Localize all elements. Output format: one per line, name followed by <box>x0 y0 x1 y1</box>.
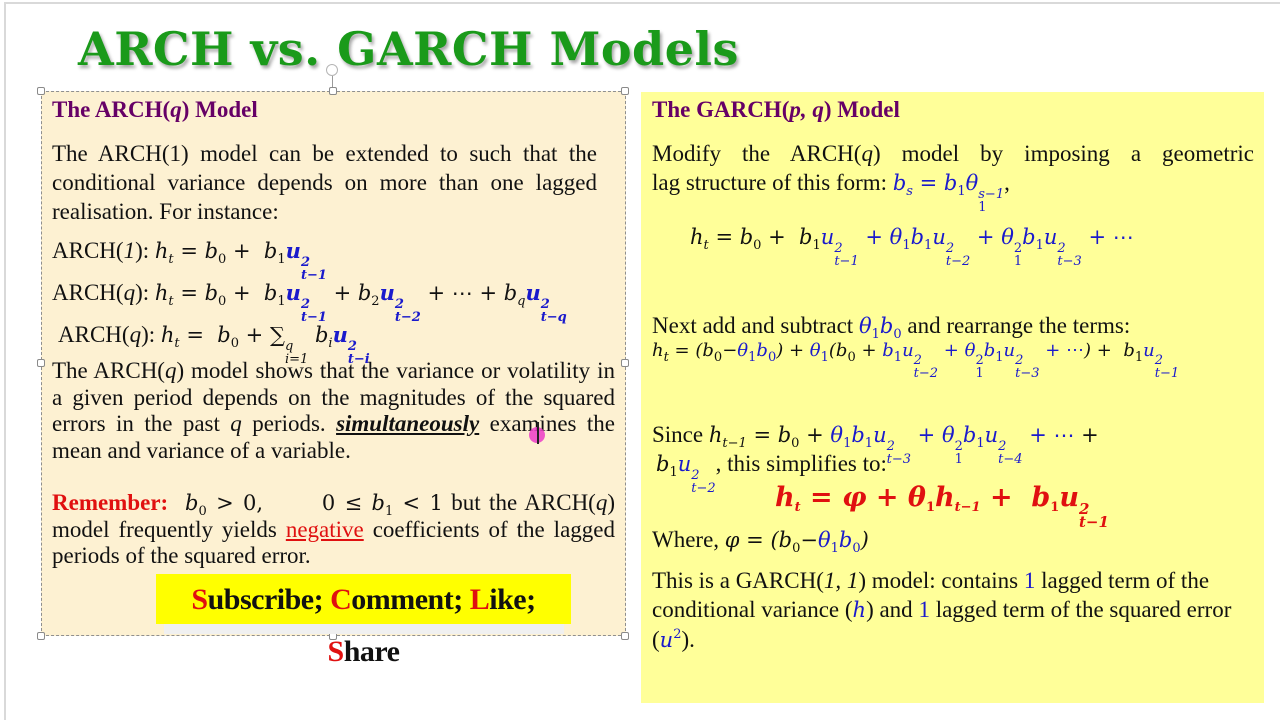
garch-rearranged-equation: ht = (b0−θ1b0) + θ1(b0 + b1u 2 t−2 + θ 2 1 b1… <box>652 340 1180 381</box>
subscribe-banner[interactable]: Subscribe; Comment; Like; Share <box>156 574 571 668</box>
arch-intro: The ARCH(1) model can be extended to suc… <box>52 141 597 224</box>
resize-handle-top-left[interactable] <box>37 87 45 95</box>
remember-note: Remember: b0 > 0, 0 ≤ b1 < 1 but the ARC… <box>52 490 616 568</box>
garch11-final-equation: ht = φ + θ1ht−1 + b1u 2 t−1 <box>775 482 1109 531</box>
archq-equation: ARCH(q): ht = b0 + b1u 2 t−1 + b2u 2 t−2 + ⋯… <box>52 280 567 325</box>
garch-heading: The GARCH(p, q) Model <box>652 97 900 122</box>
arch-explanation: The ARCH(q) model shows that the varianc… <box>52 358 615 463</box>
negative-emphasis: negative <box>285 516 364 542</box>
resize-handle-top-right[interactable] <box>621 87 629 95</box>
phi-definition: Where, φ = (b0−θ1b0) <box>652 527 869 556</box>
resize-handle-bottom-left[interactable] <box>37 632 45 640</box>
arch1-equation: ARCH(1): ht = b0 + b1u 2 t−1 <box>52 238 327 283</box>
resize-handle-right[interactable] <box>621 359 629 367</box>
garch-summary: This is a GARCH(1, 1) model: contains 1 … <box>652 568 1232 652</box>
resize-handle-left[interactable] <box>37 359 45 367</box>
arch-heading: The ARCH(q) Model <box>52 97 258 122</box>
garch-intro-line2: lag structure of this form: bs = b1θ s−1 1… <box>652 170 1010 215</box>
garch-expanded-equation: ht = b0 + b1u 2 t−1 + θ1b1u 2 t−2 + θ 2 1 b1u 2 t… <box>690 225 1134 269</box>
remember-label: Remember: <box>52 490 169 515</box>
garch-next-step: Next add and subtract θ1b0 and rearrange… <box>652 313 1131 342</box>
simultaneously-emphasis: simultaneously <box>336 411 480 436</box>
garch-intro-line1: Modify the ARCH(q) model by imposing a g… <box>652 141 1255 166</box>
resize-handle-bottom-right[interactable] <box>621 632 629 640</box>
rotate-handle-icon[interactable] <box>326 64 338 76</box>
resize-handle-top[interactable] <box>329 87 337 95</box>
slide-title[interactable]: ARCH vs. GARCH Models <box>78 22 739 76</box>
text-cursor-icon <box>537 422 539 444</box>
